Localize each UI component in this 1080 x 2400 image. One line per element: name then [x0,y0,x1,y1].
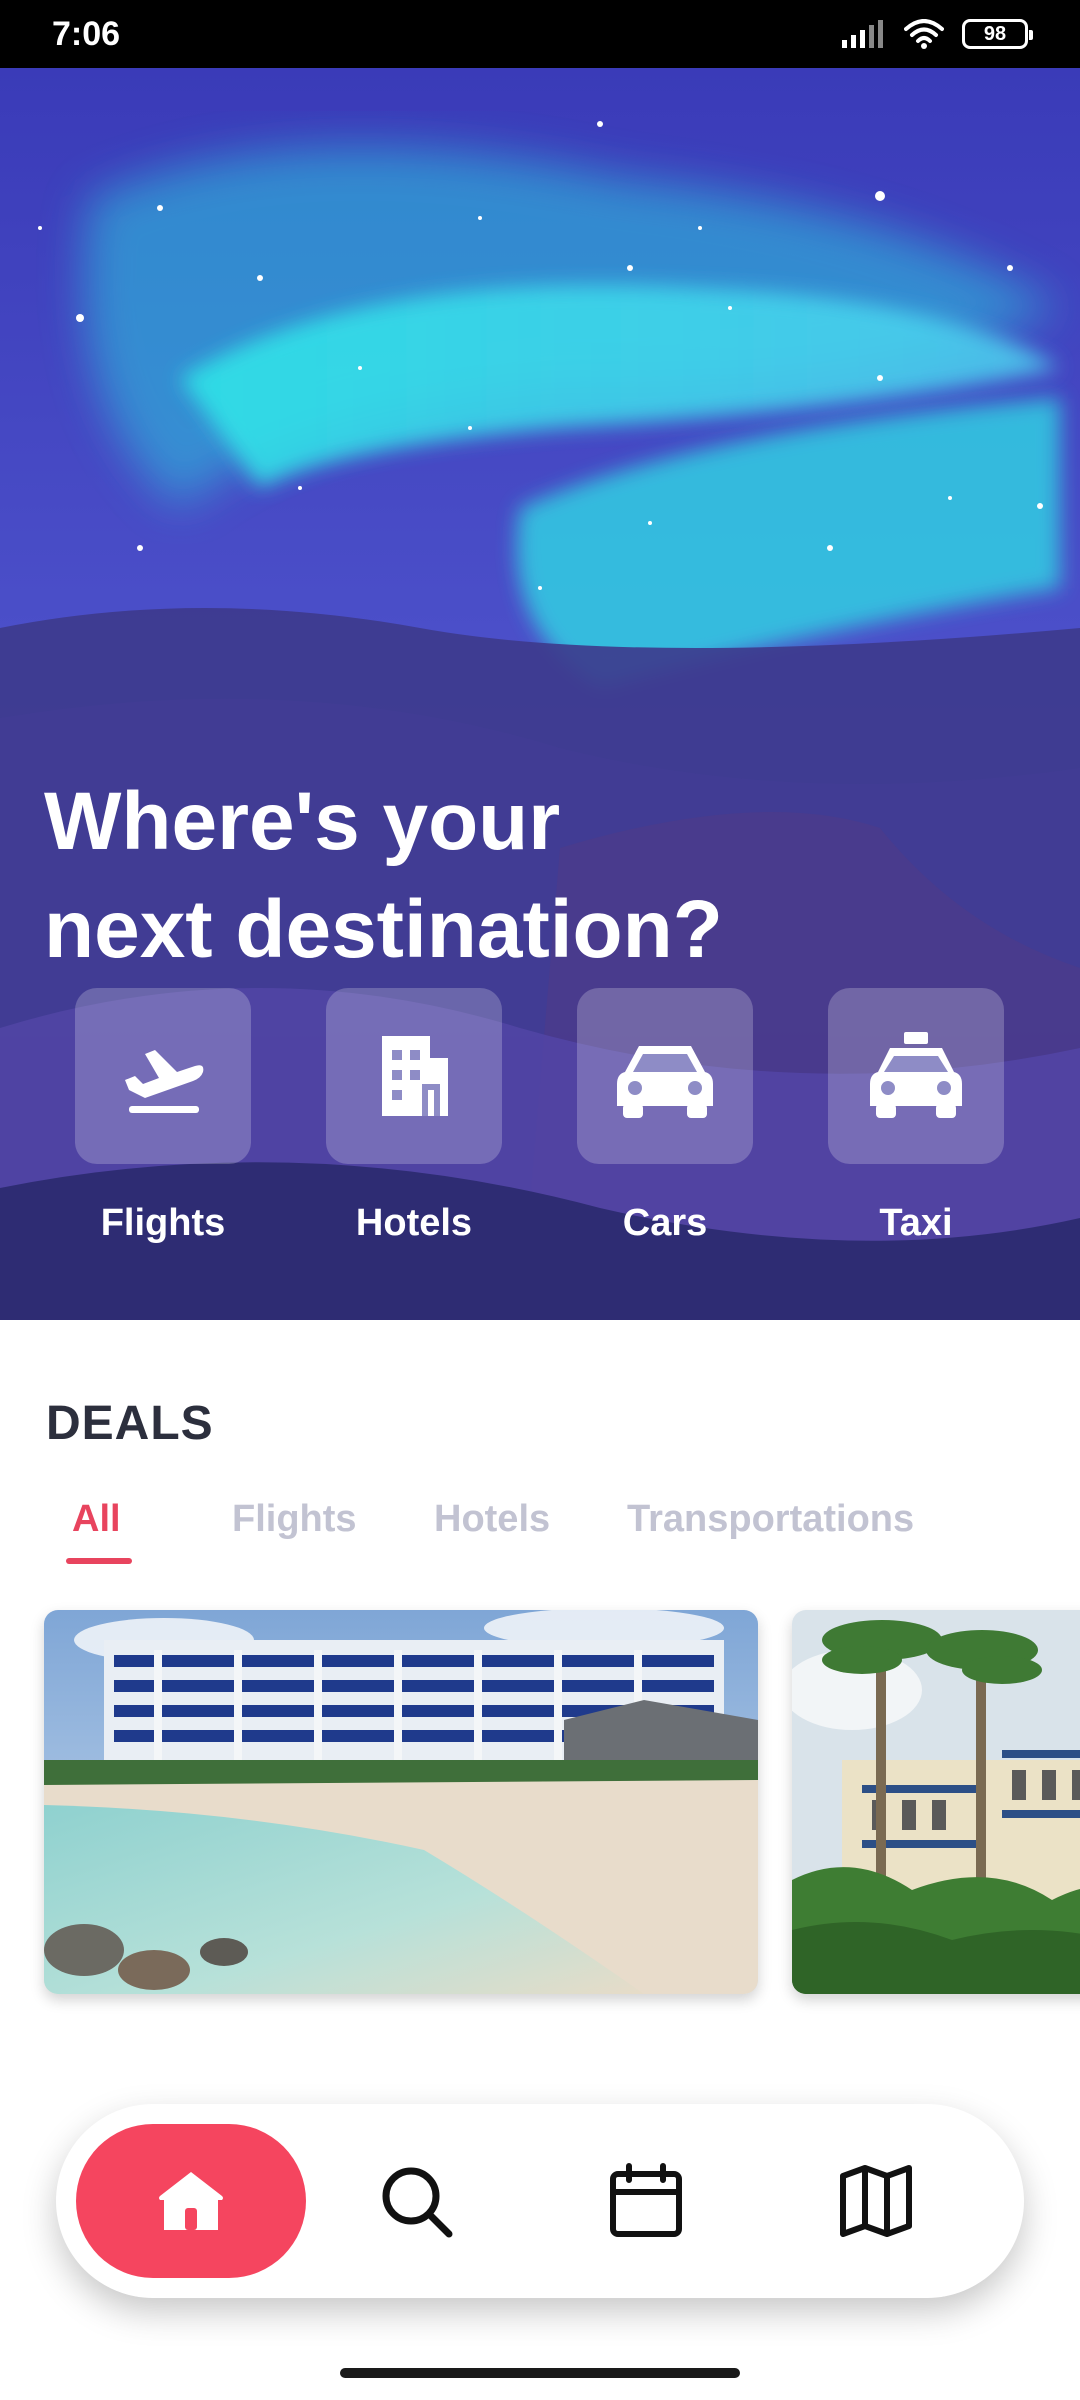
nav-calendar-button[interactable] [586,2124,706,2278]
deal-card-beach-resort[interactable] [44,1610,758,1994]
status-bar: 7:06 98 [0,0,1080,68]
nav-home-button[interactable] [76,2124,306,2278]
hotel-icon [382,1036,448,1116]
category-flights[interactable]: Flights [75,988,251,1245]
taxi-icon [870,1032,962,1118]
category-label: Flights [100,1202,226,1244]
category-cars[interactable]: Cars [577,988,753,1245]
battery-icon: 98 [962,19,1033,49]
tab-hotels[interactable]: Hotels [434,1498,550,1541]
hero-banner: Where's your next destination? Flights H… [0,68,1080,1320]
category-taxi[interactable]: Taxi [828,988,1004,1245]
category-tile[interactable] [75,988,251,1164]
category-tile[interactable] [326,988,502,1164]
airplane-icon [125,1050,204,1113]
category-label: Hotels [355,1202,473,1244]
category-label: Cars [622,1202,708,1244]
tab-flights[interactable]: Flights [232,1498,357,1541]
tab-transportations[interactable]: Transportations [627,1498,914,1541]
status-time: 7:06 [52,14,121,53]
map-icon [840,2165,912,2237]
category-tile[interactable] [828,988,1004,1164]
category-hotels[interactable]: Hotels [326,988,502,1245]
calendar-icon [610,2163,682,2237]
car-icon [617,1046,713,1118]
home-icon [159,2172,223,2230]
hero-title-line2: next destination? [44,884,723,975]
active-tab-indicator [66,1558,132,1564]
nav-map-button[interactable] [816,2124,936,2278]
deal-card-palm-villa[interactable] [792,1610,1080,1994]
palm-villa-photo [792,1610,1080,1994]
status-icons: 98 [840,19,1033,49]
category-tile[interactable] [577,988,753,1164]
deals-heading: DEALS [46,1397,214,1450]
beach-resort-photo [44,1610,758,1994]
battery-level: 98 [983,22,1007,45]
category-row: Flights Hotels Cars Taxi [0,988,1080,1320]
nav-search-button[interactable] [356,2124,476,2278]
deals-tabs: All Flights Hotels Transportations [0,1490,1080,1570]
hero-title: Where's your next destination? [44,768,723,984]
search-icon [382,2167,453,2238]
tab-all[interactable]: All [72,1498,121,1541]
signal-icon [842,20,883,48]
category-label: Taxi [879,1202,953,1244]
wifi-icon [904,19,944,49]
hero-title-line1: Where's your [44,776,561,867]
home-indicator [340,2368,740,2378]
bottom-nav [56,2104,1024,2298]
